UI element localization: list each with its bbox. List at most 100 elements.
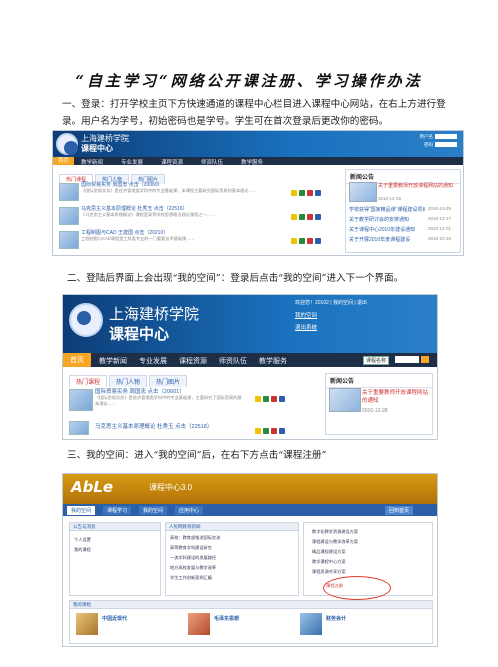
nav-teaching-news[interactable]: 教学新闻 [81, 158, 103, 166]
news-item-featured[interactable]: 关于重要教师开放课程网站的通知 [362, 388, 430, 404]
tab-my-space[interactable]: 我的空间 [67, 506, 96, 515]
list-item[interactable]: 高等教育学科建设研究 [170, 545, 212, 551]
space-nav: 我的空间 课程学习 我的空间 应用中心 回到首页 [63, 504, 437, 516]
nav-faculty[interactable]: 师资队伍 [201, 158, 223, 166]
my-space-screenshot: AbLe 课程中心3.0 我的空间 课程学习 我的空间 应用中心 回到首页 公告… [62, 473, 438, 647]
course-title[interactable]: 马克思主义基本原理概论 杜秀玉 点击（22518） [95, 422, 212, 430]
news-item[interactable]: 学校获得“国家精品课”课程建设项目 [349, 206, 425, 213]
list-item[interactable]: 课程建设与教学改革方案 [312, 539, 358, 545]
top-user-links[interactable]: 欢迎您！20102 | 我的空间 | 退出 [295, 299, 367, 306]
list-item[interactable]: 国际贸易实务 周国忠 点击（20601） 《国际贸易实务》是经济管理类学科中的专… [69, 387, 319, 415]
pdf-icon [307, 238, 313, 244]
logged-in-homepage-screenshot: 上海建桥学院 课程中心 欢迎您！20102 | 我的空间 | 退出 我的空间 退… [62, 294, 438, 440]
download-icon [299, 238, 305, 244]
star-icon [255, 428, 261, 434]
course-title[interactable]: 国际贸易实务 周国忠 点击（20601） [95, 387, 185, 395]
school-logo [69, 303, 103, 337]
search-button[interactable] [421, 356, 429, 363]
news-thumbnail [349, 182, 377, 202]
nav-course-resources[interactable]: 课程资源 [179, 356, 207, 366]
course-thumbnail [76, 613, 98, 635]
list-item[interactable]: 马克思主义基本原理概论 杜秀玉 点击（22516） 《马克思主义基本原理概论》课… [59, 205, 339, 227]
tab-app-center[interactable]: 应用中心 [175, 506, 204, 515]
highlight-circle [323, 576, 391, 600]
nav-faculty[interactable]: 师资队伍 [219, 356, 247, 366]
download-icon [299, 190, 305, 196]
news-panel: 新闻公告 关于重要教师开放课程网站的通知 2010-12-28 [325, 373, 433, 435]
course-thumbnail [69, 389, 93, 411]
list-item[interactable]: 精品课程建设方案 [312, 549, 346, 555]
list-item[interactable]: 国际贸易实务 周国忠 点击（20060） 《国际贸易实务》是经济管理类学科中的专… [59, 181, 339, 203]
doc-icon [315, 214, 321, 220]
main-nav: 首页 教学新闻 专业发展 课程资源 师资队伍 教学服务 课程名称 [63, 353, 437, 367]
news-date: 2010-12-17 [428, 216, 452, 221]
list-item[interactable]: 学生工作创新案例汇编 [170, 575, 212, 581]
course-icons [291, 231, 323, 249]
nav-teaching-service[interactable]: 教学服务 [259, 356, 287, 366]
news-item[interactable]: 关于教学研讨会的安排通知 [349, 216, 425, 223]
pdf-icon [271, 396, 277, 402]
search-scope-select[interactable]: 课程名称 [363, 356, 390, 365]
news-date: 2010-10-18 [428, 236, 452, 241]
username-input[interactable] [435, 134, 457, 139]
star-icon [291, 214, 297, 220]
course-description: 工程制图与CAD课程是工科类专业的一门重要技术基础课…… [81, 236, 195, 241]
list-item[interactable]: 马克思主义基本原理概论 杜秀玉 点击（22518） [69, 419, 319, 435]
course-icons [255, 421, 287, 439]
news-item[interactable]: 关于开展2010年度课程建设 [349, 236, 425, 243]
news-date: 2010-12-28 [378, 196, 402, 201]
tab-hot-courses[interactable]: 热门课程 [69, 375, 108, 387]
course-thumbnail [188, 613, 210, 635]
tab-hot-people[interactable]: 热门人物 [109, 375, 148, 387]
download-icon [263, 428, 269, 434]
news-panel: 新闻公告 关于重要教师开放课程网站的通知 2010-12-28 学校获得“国家精… [345, 169, 461, 253]
list-item[interactable]: 工程制图与CAD 王建国 点击（20210） 工程制图与CAD课程是工科类专业的… [59, 229, 339, 251]
nav-major-development[interactable]: 专业发展 [121, 158, 143, 166]
course-title[interactable]: 国际贸易实务 周国忠 点击（20060） [81, 181, 163, 188]
tab-hot-images[interactable]: 热门图片 [149, 375, 188, 387]
list-item[interactable]: 地方高校发展与教学改革 [170, 565, 216, 571]
star-icon [291, 190, 297, 196]
nav-home[interactable]: 首页 [63, 353, 91, 367]
nav-home[interactable]: 首页 [53, 157, 75, 165]
panel-header: 公告与消息 [70, 523, 160, 531]
nav-major-development[interactable]: 专业发展 [139, 356, 167, 366]
tab-course-study[interactable]: 课程学习 [103, 506, 132, 515]
list-item[interactable]: 课程资源共享方案 [312, 569, 346, 575]
course-card[interactable]: 毛泽东思想 [214, 615, 239, 622]
main-nav: 首页 教学新闻 专业发展 课程资源 师资队伍 教学服务 [53, 157, 463, 166]
download-icon [299, 214, 305, 220]
password-input[interactable] [435, 142, 457, 147]
step-one-text: 一、登录：打开学校主页下方快速通道的课程中心栏目进入课程中心网站，在右上方进行登… [62, 99, 446, 127]
left-item[interactable]: 我的课程 [74, 547, 91, 553]
course-title[interactable]: 工程制图与CAD 王建国 点击（20210） [81, 229, 168, 236]
nav-teaching-news[interactable]: 教学新闻 [99, 356, 127, 366]
course-card[interactable]: 中国近现代 [102, 615, 127, 622]
list-item[interactable]: 数字化教学资源建设方案 [312, 529, 358, 535]
news-date: 2010-10-29 [428, 206, 452, 211]
logout-link[interactable]: 退出系统 [295, 323, 317, 331]
course-card[interactable]: 财务会计 [326, 615, 346, 622]
nav-teaching-service[interactable]: 教学服务 [241, 158, 263, 166]
left-item[interactable]: 个人设置 [74, 537, 91, 543]
news-item-featured[interactable]: 关于重要教师开放课程网站的通知 [378, 182, 458, 189]
my-space-link[interactable]: 我的空间 [295, 311, 317, 319]
news-thumbnail [329, 388, 361, 412]
nav-course-resources[interactable]: 课程资源 [161, 158, 183, 166]
list-item[interactable]: 教学课程中心方案 [312, 559, 346, 565]
course-thumbnail [69, 421, 89, 435]
course-icons [291, 207, 323, 225]
site-subtitle: 课程中心 [81, 144, 113, 153]
list-item[interactable]: 一流学科建设的发展路径 [170, 555, 216, 561]
news-date: 2010-12-01 [428, 226, 452, 231]
course-center-homepage-screenshot: 上海建桥学院 课程中心 用户名 密码 首页 教学新闻 专业发展 课程资源 师资队… [52, 130, 464, 256]
tab-my-space-2[interactable]: 我的空间 [139, 506, 168, 515]
news-item[interactable]: 关于课程中心2010年建设通知 [349, 226, 425, 233]
doc-icon [279, 428, 285, 434]
able-subtitle: 课程中心3.0 [149, 483, 193, 492]
course-icons [291, 183, 323, 201]
search-input[interactable] [395, 356, 419, 363]
list-item[interactable]: 高校：教育部推进国际交流 [170, 535, 220, 541]
back-home-button[interactable]: 回到首页 [385, 506, 414, 515]
course-title[interactable]: 马克思主义基本原理概论 杜秀玉 点击（22516） [81, 205, 188, 212]
